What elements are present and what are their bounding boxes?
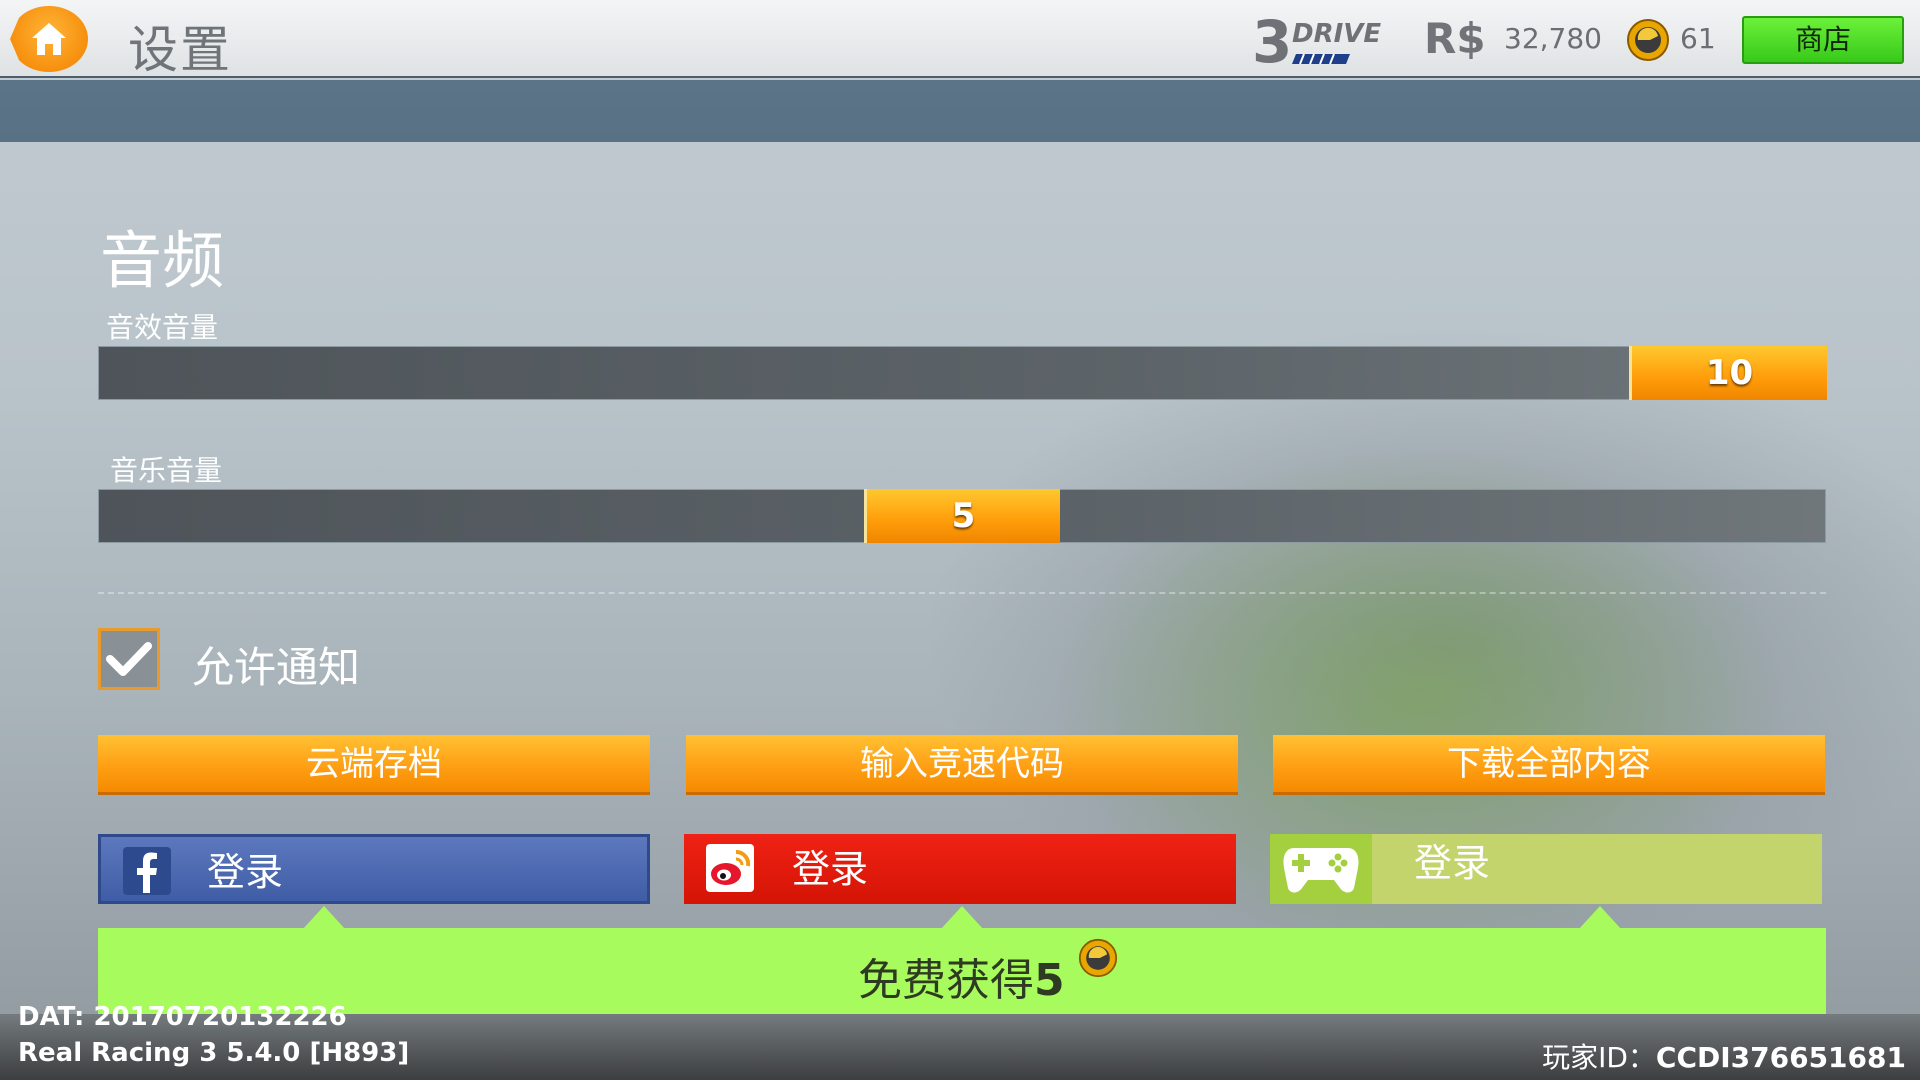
- promo-pointer-facebook: [302, 906, 346, 930]
- audio-section-title: 音频: [100, 224, 225, 297]
- weibo-icon: [706, 844, 754, 892]
- gold-coin-icon: [1627, 19, 1669, 61]
- game-version: Real Racing 3 5.4.0 [H893]: [18, 1038, 410, 1068]
- player-id-value: CCDI376651681: [1655, 1041, 1906, 1074]
- cloud-save-button[interactable]: 云端存档: [98, 735, 650, 795]
- logo-number: 3: [1252, 10, 1292, 70]
- player-id: 玩家ID：CCDI376651681: [1542, 1036, 1906, 1076]
- gold-coin-icon: [1078, 938, 1118, 978]
- sfx-volume-slider[interactable]: 10: [98, 346, 1827, 400]
- gold-amount: 61: [1680, 22, 1716, 55]
- player-id-label: 玩家ID：: [1542, 1041, 1656, 1074]
- sfx-volume-handle[interactable]: 10: [1629, 346, 1827, 400]
- currency-symbol: R$: [1424, 14, 1486, 63]
- weibo-login-label: 登录: [792, 847, 869, 891]
- promo-pointer-gamepad: [1578, 906, 1622, 930]
- game-center-login-label: 登录: [1414, 841, 1491, 885]
- section-divider: [98, 592, 1826, 594]
- notifications-label: 允许通知: [192, 643, 361, 692]
- gamepad-icon: [1283, 848, 1359, 893]
- free-gold-amount: 5: [1034, 955, 1065, 1006]
- facebook-icon: [123, 847, 171, 895]
- facebook-login-button[interactable]: 登录: [98, 834, 650, 904]
- notifications-checkbox[interactable]: [98, 628, 160, 690]
- header-band: [0, 80, 1920, 142]
- music-volume-slider[interactable]: 5: [98, 489, 1826, 543]
- home-button[interactable]: [10, 6, 88, 72]
- game-center-login-button[interactable]: 登录: [1270, 834, 1822, 904]
- free-gold-label: 免费获得: [858, 955, 1034, 1006]
- checkmark-icon: [106, 642, 152, 676]
- facebook-login-label: 登录: [207, 850, 284, 894]
- home-icon: [32, 23, 66, 55]
- shop-button[interactable]: 商店: [1742, 16, 1904, 64]
- music-volume-label: 音乐音量: [110, 454, 223, 487]
- page-title: 设置: [128, 21, 232, 79]
- promo-pointer-weibo: [940, 906, 984, 930]
- rr3-drive-logo: 3 DRIVE: [1252, 10, 1381, 70]
- download-all-button[interactable]: 下载全部内容: [1273, 735, 1825, 795]
- music-volume-handle[interactable]: 5: [864, 489, 1060, 543]
- logo-word: DRIVE: [1292, 19, 1381, 49]
- free-gold-text: 免费获得5: [858, 944, 1065, 1008]
- weibo-login-button[interactable]: 登录: [684, 834, 1236, 904]
- enter-race-code-button[interactable]: 输入竞速代码: [686, 735, 1238, 795]
- dat-timestamp: DAT: 20170720132226: [18, 1002, 347, 1032]
- currency-amount: 32,780: [1504, 22, 1602, 55]
- sfx-volume-label: 音效音量: [106, 311, 219, 344]
